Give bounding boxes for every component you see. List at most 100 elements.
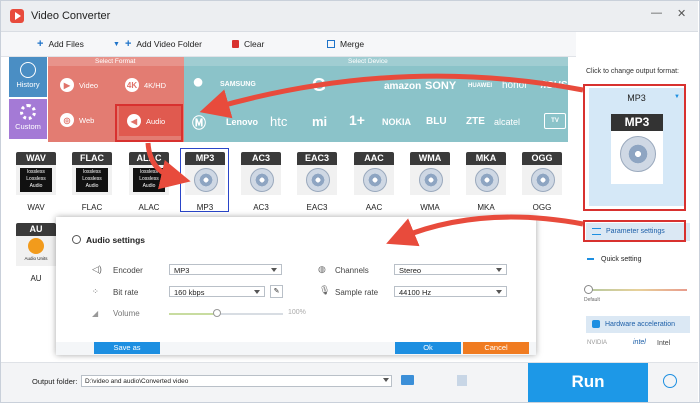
format-tile-au[interactable]: AU Audio Units: [16, 223, 56, 273]
add-files-button[interactable]: + Add Files: [37, 38, 84, 50]
volume-slider-thumb[interactable]: [212, 309, 221, 317]
plus-icon: +: [37, 38, 44, 50]
clear-button[interactable]: Clear: [232, 39, 264, 49]
hardware-acceleration-label: Hardware acceleration: [605, 321, 676, 328]
device-nokia[interactable]: NOKIA: [382, 117, 411, 127]
tile-body: lossless Lossless Audio: [129, 165, 169, 195]
format-label-wma: WMA: [420, 203, 440, 212]
device-amazon[interactable]: amazon: [384, 81, 421, 92]
cancel-button[interactable]: Cancel: [463, 342, 529, 354]
audio-units-icon: [28, 238, 44, 254]
audio-highlight-box: [115, 104, 183, 142]
title-bar: Video Converter — ✕: [1, 1, 698, 32]
dropdown-arrow-icon[interactable]: [383, 378, 389, 382]
close-button[interactable]: ✕: [677, 7, 686, 20]
run-button[interactable]: Run: [528, 363, 648, 402]
encoder-select[interactable]: MP3: [169, 264, 282, 275]
format-tile-wma[interactable]: WMA: [410, 152, 450, 202]
bitrate-select[interactable]: 160 kbps: [169, 286, 265, 297]
category-video-label: Video: [79, 80, 99, 90]
edit-icon[interactable]: ✎: [270, 285, 283, 298]
globe-icon: ◎: [60, 113, 74, 127]
format-name: AU: [16, 223, 56, 236]
format-name: MP3: [185, 152, 225, 165]
device-asus[interactable]: /ISUS: [541, 80, 567, 91]
motorola-logo-icon[interactable]: Ⓜ: [192, 113, 206, 133]
settings-icon: [72, 235, 81, 244]
merge-button[interactable]: Merge: [327, 39, 364, 49]
format-tile-wav[interactable]: WAV lossless Lossless Audio: [16, 152, 56, 202]
apple-logo-icon[interactable]: ●: [192, 71, 204, 94]
device-tv[interactable]: TV: [544, 113, 566, 129]
output-folder-input[interactable]: D:\video and audio\Converted video: [81, 375, 392, 387]
device-alcatel[interactable]: alcatel: [494, 117, 520, 127]
intel-badge: intel: [633, 339, 646, 346]
alarm-clock-icon[interactable]: [663, 374, 677, 388]
device-mi[interactable]: mi: [312, 114, 327, 129]
format-tile-eac3[interactable]: EAC3: [297, 152, 337, 202]
add-video-folder-label: Add Video Folder: [136, 39, 202, 49]
select-device-heading: Select Device: [348, 58, 388, 65]
volume-fill: [169, 313, 217, 315]
format-name: EAC3: [297, 152, 337, 165]
device-sony[interactable]: SONY: [425, 80, 456, 92]
format-tile-flac[interactable]: FLAC lossless Lossless Audio: [72, 152, 112, 202]
device-blu[interactable]: BLU: [426, 116, 447, 127]
device-zte[interactable]: ZTE: [466, 116, 485, 127]
hardware-acceleration-button[interactable]: Hardware acceleration: [586, 316, 690, 333]
bitrate-icon: ⁘: [92, 287, 99, 296]
quality-slider-thumb[interactable]: [584, 285, 593, 294]
format-tile-mp3[interactable]: MP3: [185, 152, 225, 202]
disc-icon: [419, 168, 443, 192]
disc-icon: [475, 168, 499, 192]
minimize-button[interactable]: —: [651, 7, 662, 19]
ok-button[interactable]: Ok: [395, 342, 461, 354]
format-name: OGG: [522, 152, 562, 165]
device-honor[interactable]: honor: [502, 80, 528, 91]
channels-select[interactable]: Stereo: [394, 264, 507, 275]
history-tab[interactable]: History: [9, 57, 47, 97]
open-folder-icon[interactable]: [457, 375, 467, 386]
format-tile-alac[interactable]: ALAC lossless Lossless Audio: [129, 152, 169, 202]
format-tile-ogg[interactable]: OGG: [522, 152, 562, 202]
merge-icon: [327, 40, 335, 48]
tile-body: [185, 165, 225, 195]
audio-settings-dialog: Audio settings ◁) Encoder MP3 ⁘ Bit rate…: [56, 217, 536, 355]
device-huawei[interactable]: HUAWEI: [468, 83, 492, 89]
device-htc[interactable]: htc: [270, 114, 287, 129]
custom-tab[interactable]: Custom: [9, 99, 47, 139]
format-tile-mka[interactable]: MKA: [466, 152, 506, 202]
format-label-ogg: OGG: [532, 203, 552, 212]
category-web[interactable]: ◎ Web: [60, 113, 94, 127]
format-name: MKA: [466, 152, 506, 165]
clock-icon: [20, 62, 36, 78]
hd-icon: 4K: [125, 78, 139, 92]
format-label-au: AU: [30, 274, 42, 283]
samplerate-select[interactable]: 44100 Hz: [394, 286, 507, 297]
device-samsung[interactable]: SAMSUNG: [220, 81, 256, 88]
chip-icon: [592, 320, 600, 328]
device-oneplus[interactable]: 1+: [349, 112, 365, 128]
category-video[interactable]: ▶ Video: [60, 78, 98, 92]
format-label-aac: AAC: [365, 203, 383, 212]
add-video-folder-button[interactable]: ▼ + Add Video Folder: [113, 39, 202, 50]
device-google[interactable]: G: [312, 75, 326, 96]
tile-body: lossless Lossless Audio: [72, 165, 112, 195]
format-label-eac3: EAC3: [306, 203, 328, 212]
app-logo-icon: [10, 9, 24, 23]
volume-icon: ◢: [92, 309, 99, 318]
format-label-mp3: MP3: [196, 203, 214, 212]
quality-slider-track: [589, 289, 687, 291]
format-tile-aac[interactable]: AAC: [354, 152, 394, 202]
device-lenovo[interactable]: Lenovo: [226, 117, 258, 127]
tile-body: [522, 165, 562, 195]
dialog-title: Audio settings: [86, 235, 146, 245]
folder-icon[interactable]: [401, 375, 414, 385]
dropdown-arrow-icon: ▼: [113, 40, 120, 48]
save-as-button[interactable]: Save as: [94, 342, 160, 354]
format-name: WMA: [410, 152, 450, 165]
format-tile-ac3[interactable]: AC3: [241, 152, 281, 202]
category-4k-hd[interactable]: 4K 4K/HD: [125, 78, 166, 92]
format-name: AAC: [354, 152, 394, 165]
bitrate-label: Bit rate: [113, 288, 139, 297]
